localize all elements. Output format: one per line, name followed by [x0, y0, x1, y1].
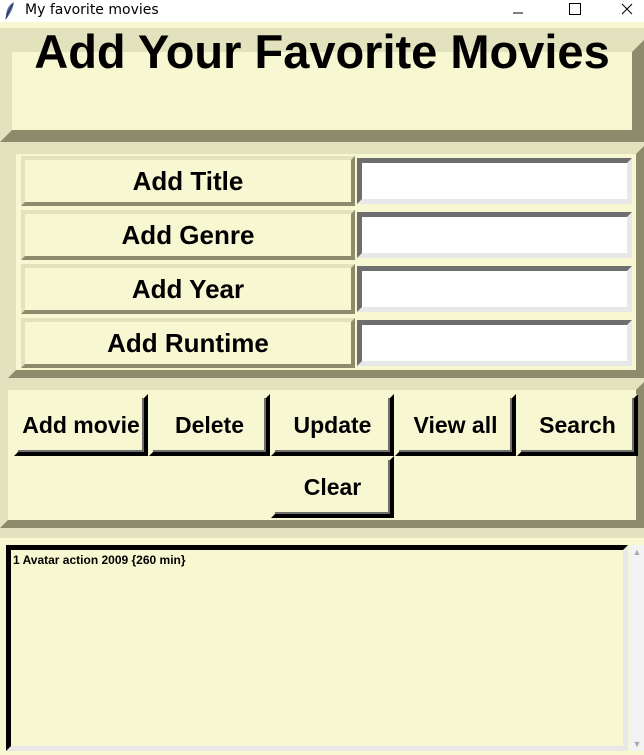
movie-listbox[interactable]: 1 Avatar action 2009 {260 min} [6, 545, 628, 751]
add-movie-button[interactable]: Add movie [14, 394, 148, 456]
title-label: Add Title [21, 156, 355, 206]
year-input[interactable] [357, 266, 632, 312]
scroll-down-icon[interactable]: ▼ [631, 737, 643, 751]
list-item[interactable]: 1 Avatar action 2009 {260 min} [13, 553, 621, 567]
title-input[interactable] [357, 158, 632, 204]
update-button[interactable]: Update [271, 394, 394, 456]
page-title: Add Your Favorite Movies [34, 24, 610, 78]
search-button[interactable]: Search [517, 394, 638, 456]
year-label: Add Year [21, 264, 355, 314]
listbox-scrollbar[interactable]: ▲ ▼ [630, 545, 644, 751]
delete-button[interactable]: Delete [149, 394, 270, 456]
genre-label: Add Genre [21, 210, 355, 260]
runtime-input[interactable] [357, 320, 632, 366]
view-all-button[interactable]: View all [395, 394, 516, 456]
scroll-up-icon[interactable]: ▲ [631, 545, 643, 559]
clear-button[interactable]: Clear [271, 456, 394, 518]
runtime-label: Add Runtime [21, 318, 355, 368]
genre-input[interactable] [357, 212, 632, 258]
